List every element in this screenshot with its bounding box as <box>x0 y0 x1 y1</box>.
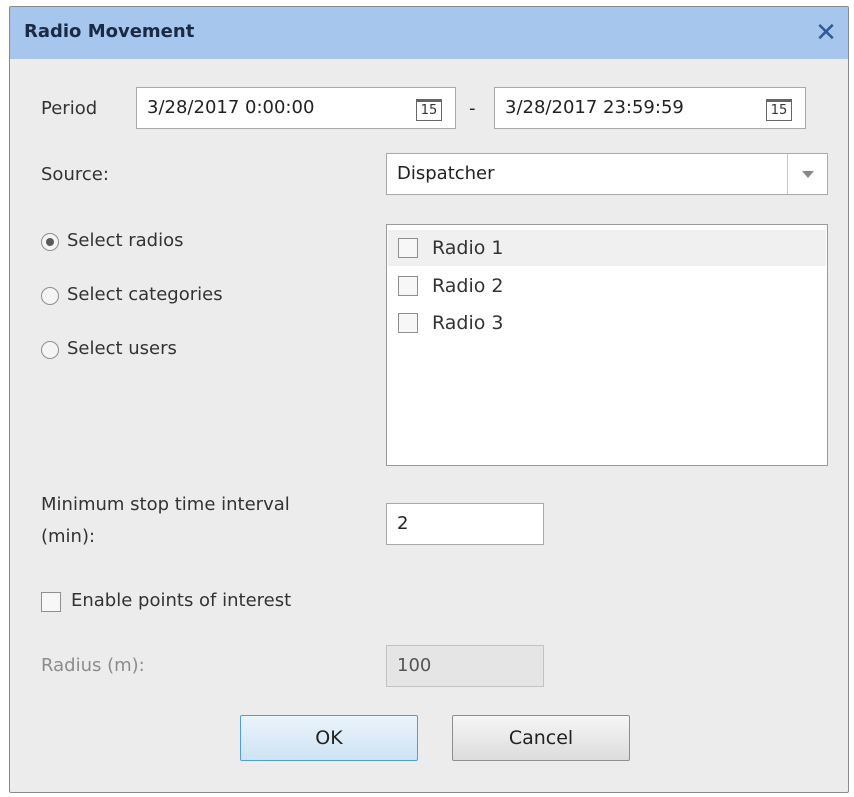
points-of-interest-label[interactable]: Enable points of interest <box>71 590 291 611</box>
source-label: Source: <box>41 164 109 185</box>
period-start-value: 3/28/2017 0:00:00 <box>147 97 315 118</box>
min-stop-label-line2: (min): <box>41 526 96 547</box>
radius-label: Radius (m): <box>41 655 145 676</box>
source-select[interactable]: Dispatcher <box>386 153 828 195</box>
radios-listbox[interactable]: Radio 1 Radio 2 Radio 3 <box>386 224 828 466</box>
min-stop-input[interactable]: 2 <box>386 503 544 545</box>
cancel-button[interactable]: Cancel <box>452 715 630 761</box>
item-checkbox[interactable] <box>398 276 418 296</box>
radius-value: 100 <box>397 655 432 676</box>
radio-label[interactable]: Select users <box>67 338 177 359</box>
radio-button[interactable] <box>41 233 59 251</box>
radio-label[interactable]: Select categories <box>67 284 223 305</box>
item-checkbox[interactable] <box>398 238 418 258</box>
list-item[interactable]: Radio 2 <box>388 268 826 304</box>
close-icon[interactable]: ✕ <box>810 17 842 49</box>
points-of-interest-checkbox[interactable] <box>41 592 61 612</box>
period-end-value: 3/28/2017 23:59:59 <box>505 97 684 118</box>
item-checkbox[interactable] <box>398 313 418 333</box>
period-separator: - <box>469 98 476 119</box>
title-bar: Radio Movement ✕ <box>10 7 848 59</box>
radio-button[interactable] <box>41 341 59 359</box>
list-item[interactable]: Radio 3 <box>388 305 826 341</box>
min-stop-value: 2 <box>397 513 409 534</box>
min-stop-label-line1: Minimum stop time interval <box>41 494 290 515</box>
period-end-input[interactable]: 3/28/2017 23:59:59 15 <box>494 87 806 129</box>
list-item[interactable]: Radio 1 <box>388 230 826 266</box>
item-label[interactable]: Radio 1 <box>432 237 504 259</box>
radio-button[interactable] <box>41 287 59 305</box>
radio-movement-dialog: Radio Movement ✕ Period 3/28/2017 0:00:0… <box>9 6 849 793</box>
item-label[interactable]: Radio 3 <box>432 312 504 334</box>
dropdown-arrow-icon[interactable] <box>787 154 827 194</box>
item-label[interactable]: Radio 2 <box>432 275 504 297</box>
radio-label[interactable]: Select radios <box>67 230 184 251</box>
source-value: Dispatcher <box>397 163 495 184</box>
calendar-icon[interactable]: 15 <box>766 99 792 121</box>
ok-button[interactable]: OK <box>240 715 418 761</box>
dialog-title: Radio Movement <box>24 21 195 42</box>
period-label: Period <box>41 98 98 119</box>
radius-input: 100 <box>386 645 544 687</box>
calendar-icon[interactable]: 15 <box>416 99 442 121</box>
period-start-input[interactable]: 3/28/2017 0:00:00 15 <box>136 87 456 129</box>
